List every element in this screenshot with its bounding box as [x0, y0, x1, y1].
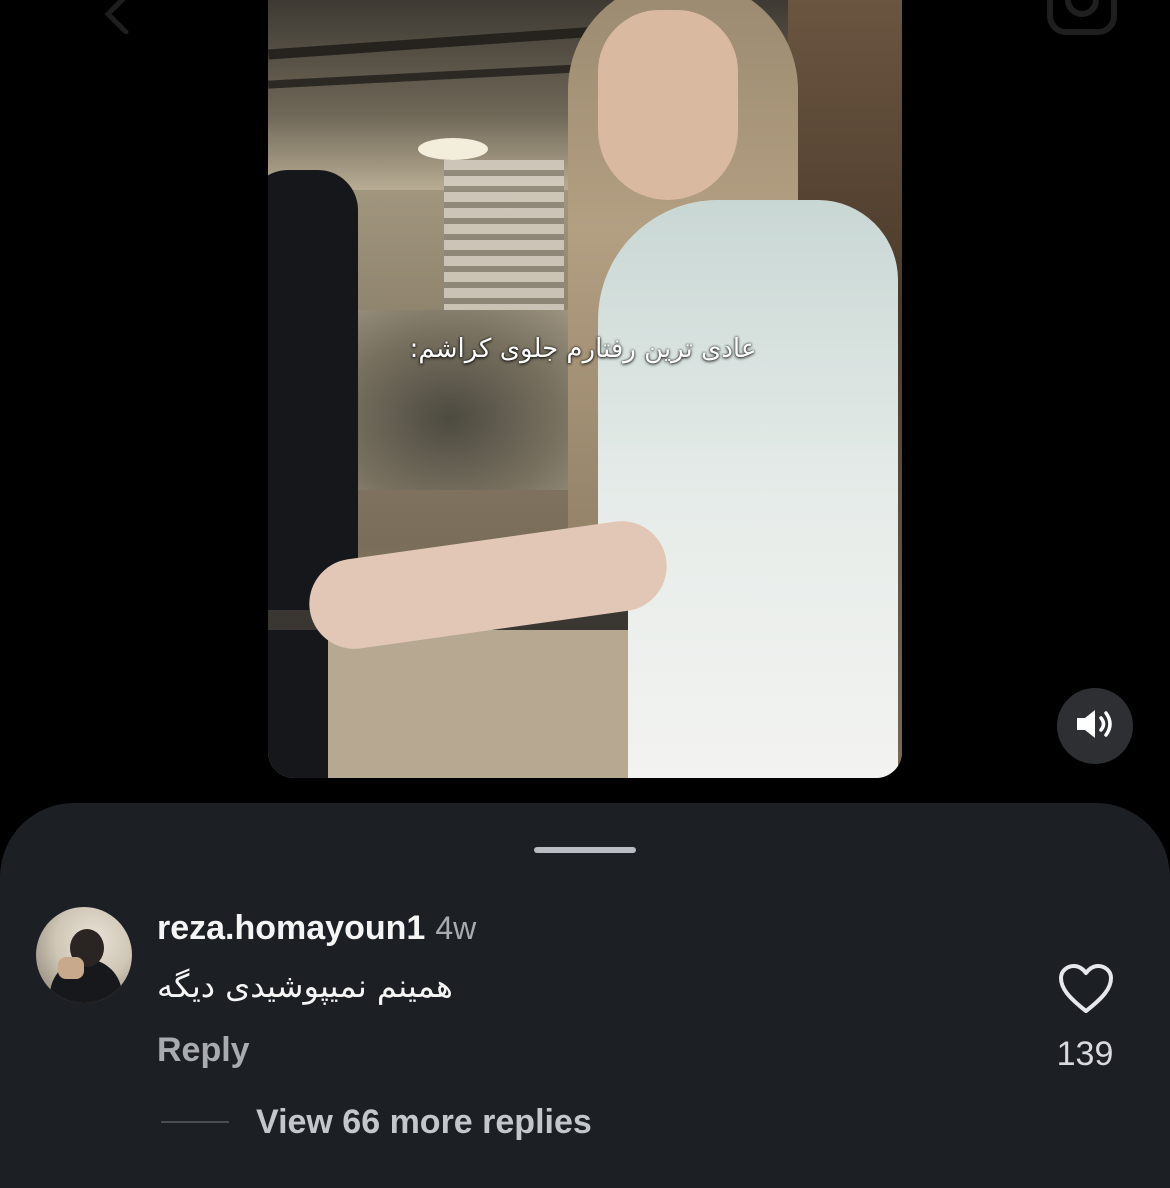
heart-icon [1058, 964, 1114, 1019]
reply-button[interactable]: Reply [157, 1031, 250, 1070]
video-floor [328, 630, 628, 778]
video-shelf [444, 160, 564, 330]
avatar-hand [58, 957, 84, 979]
video-dress [598, 200, 898, 778]
comment-text: همینم نمیپوشیدی دیگه [157, 967, 453, 1005]
chevron-left-icon[interactable] [96, 0, 136, 35]
speaker-icon [1075, 708, 1115, 745]
avatar[interactable] [36, 907, 132, 1003]
sheet-drag-handle[interactable] [534, 847, 636, 853]
screen: عادی ترین رفتارم جلوی کراشم: reza.homayo… [0, 0, 1170, 1188]
like-button[interactable] [1058, 963, 1114, 1015]
camera-icon[interactable] [1046, 0, 1118, 36]
replies-divider [161, 1121, 229, 1123]
comment-time: 4w [435, 910, 477, 946]
view-more-replies-button[interactable]: View 66 more replies [256, 1103, 592, 1142]
comments-sheet: reza.homayoun1 4w همینم نمیپوشیدی دیگه Re… [0, 803, 1170, 1188]
video-caption: عادی ترین رفتارم جلوی کراشم: [409, 334, 757, 364]
like-count: 139 [1056, 1035, 1114, 1073]
video-lamp [418, 138, 488, 160]
reel-video[interactable]: عادی ترین رفتارم جلوی کراشم: [268, 0, 902, 778]
comment-username[interactable]: reza.homayoun1 [157, 909, 425, 947]
video-face [598, 10, 738, 200]
comment-header: reza.homayoun1 4w [157, 909, 476, 948]
sound-button[interactable] [1057, 688, 1133, 764]
